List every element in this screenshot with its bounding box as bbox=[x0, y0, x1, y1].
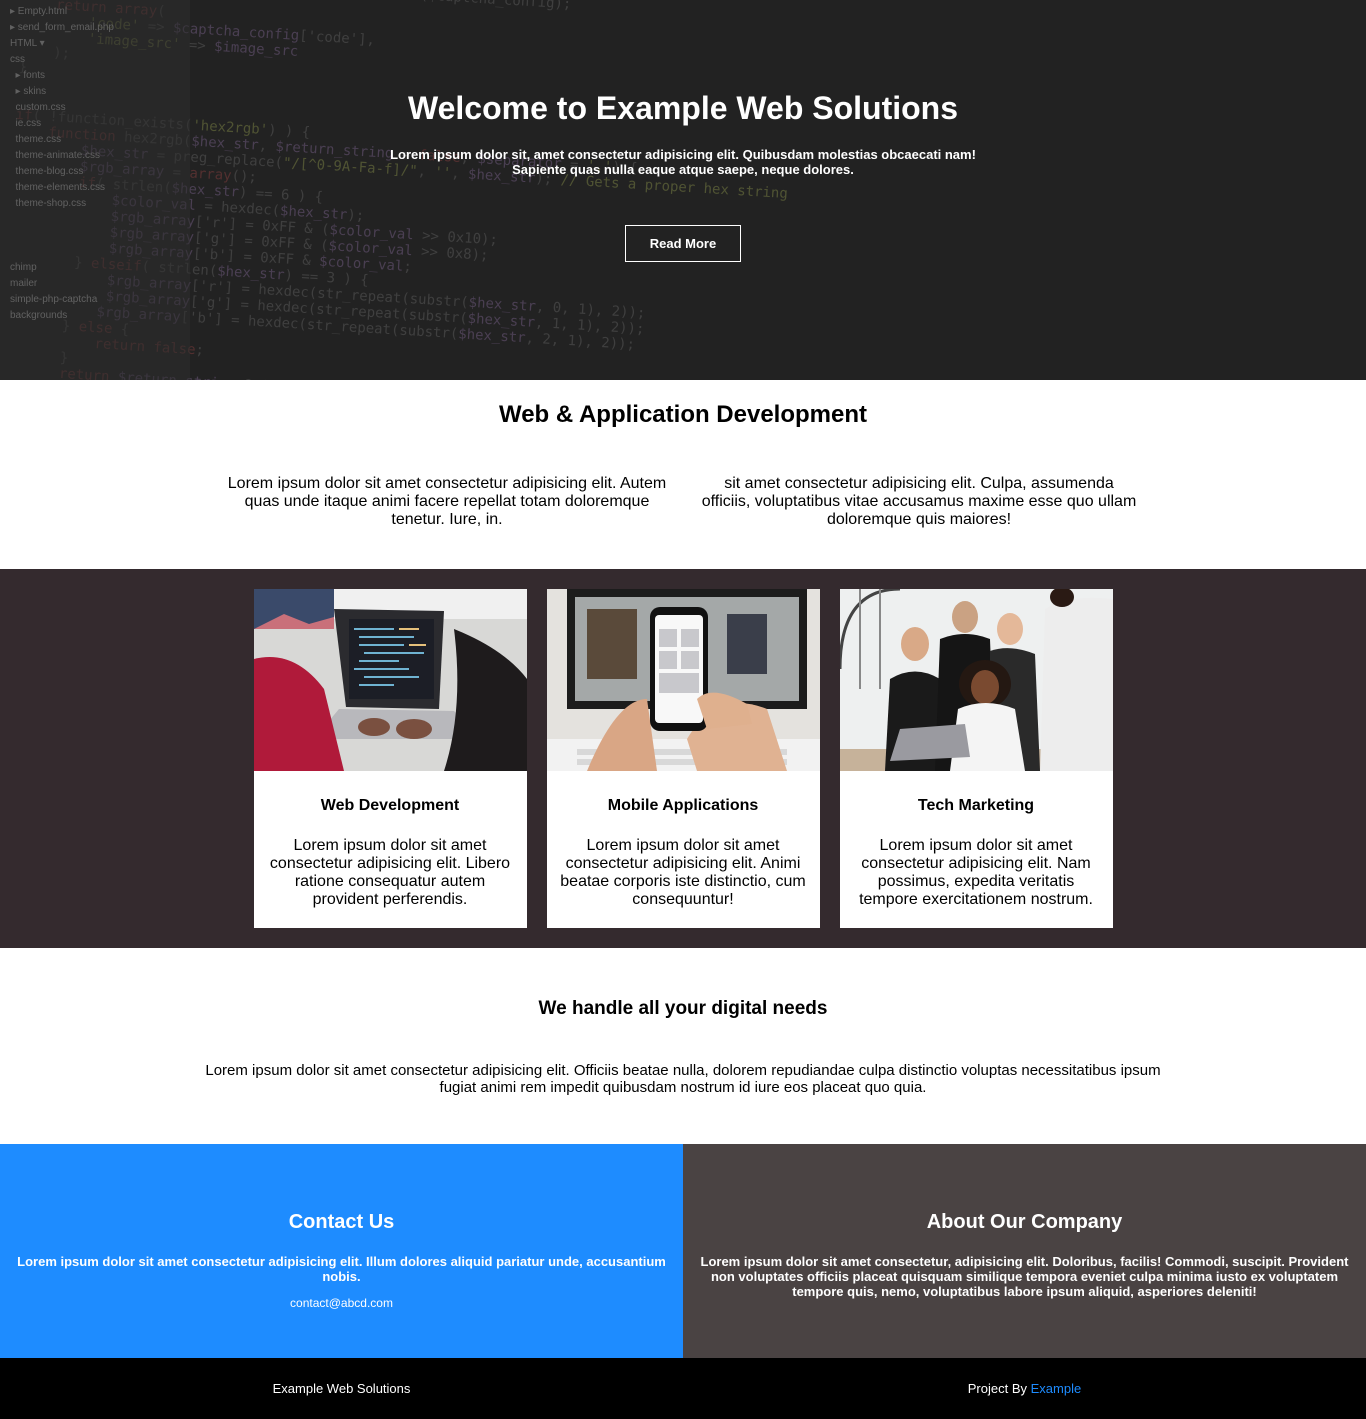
service-card-text: Lorem ipsum dolor sit amet consectetur a… bbox=[859, 837, 1093, 908]
services-section: Web Development Lorem ipsum dolor sit am… bbox=[0, 569, 1366, 948]
footer-brand: Example Web Solutions bbox=[272, 1381, 411, 1396]
digital-needs-title: We handle all your digital needs bbox=[538, 998, 828, 1019]
development-text-left: Lorem ipsum dolor sit amet consectetur a… bbox=[227, 475, 667, 528]
footer-credit-link[interactable]: Example bbox=[1031, 1381, 1082, 1396]
digital-needs-section: We handle all your digital needs Lorem i… bbox=[0, 948, 1366, 1144]
about-title: About Our Company bbox=[926, 1211, 1123, 1233]
contact-email[interactable]: contact@abcd.com bbox=[0, 1296, 683, 1310]
read-more-button[interactable]: Read More bbox=[625, 225, 741, 262]
hero-text: Lorem ipsum dolor sit, amet consectetur … bbox=[390, 147, 976, 177]
laptop-coding-image bbox=[253, 589, 527, 771]
contact-panel: Contact Us Lorem ipsum dolor sit amet co… bbox=[0, 1144, 683, 1358]
hero-section: 78 if( ltrim(preg_replace('/\\\\/', '/',… bbox=[0, 0, 1366, 380]
hero-title: Welcome to Example Web Solutions bbox=[407, 90, 959, 126]
contact-title: Contact Us bbox=[288, 1211, 395, 1233]
development-title: Web & Application Development bbox=[498, 401, 868, 428]
service-card-mobile-applications: Mobile Applications Lorem ipsum dolor si… bbox=[546, 589, 820, 928]
service-card-text: Lorem ipsum dolor sit amet consectetur a… bbox=[269, 837, 511, 908]
service-card-title: Tech Marketing bbox=[917, 797, 1035, 814]
service-card-title: Web Development bbox=[320, 797, 460, 814]
about-text: Lorem ipsum dolor sit amet consectetur, … bbox=[700, 1254, 1349, 1299]
development-text-right: sit amet consectetur adipisicing elit. C… bbox=[701, 475, 1137, 528]
footer-credit: Project By Example bbox=[683, 1358, 1366, 1419]
contact-text: Lorem ipsum dolor sit amet consectetur a… bbox=[17, 1254, 666, 1284]
development-columns: Lorem ipsum dolor sit amet consectetur a… bbox=[0, 475, 1366, 529]
phone-in-hands-image bbox=[546, 589, 820, 771]
about-panel: About Our Company Lorem ipsum dolor sit … bbox=[683, 1144, 1366, 1358]
team-meeting-image bbox=[839, 589, 1113, 771]
service-card-title: Mobile Applications bbox=[607, 797, 759, 814]
service-card-text: Lorem ipsum dolor sit amet consectetur a… bbox=[560, 837, 806, 908]
hero-content: Welcome to Example Web Solutions Lorem i… bbox=[0, 0, 1366, 262]
service-card-tech-marketing: Tech Marketing Lorem ipsum dolor sit ame… bbox=[839, 589, 1113, 928]
info-section: Contact Us Lorem ipsum dolor sit amet co… bbox=[0, 1144, 1366, 1358]
digital-needs-text: Lorem ipsum dolor sit amet consectetur a… bbox=[205, 1062, 1161, 1096]
footer: Example Web Solutions Project By Example bbox=[0, 1358, 1366, 1419]
footer-credit-prefix: Project By bbox=[967, 1381, 1028, 1396]
development-section: Web & Application Development Lorem ipsu… bbox=[0, 380, 1366, 569]
service-card-web-development: Web Development Lorem ipsum dolor sit am… bbox=[253, 589, 527, 928]
